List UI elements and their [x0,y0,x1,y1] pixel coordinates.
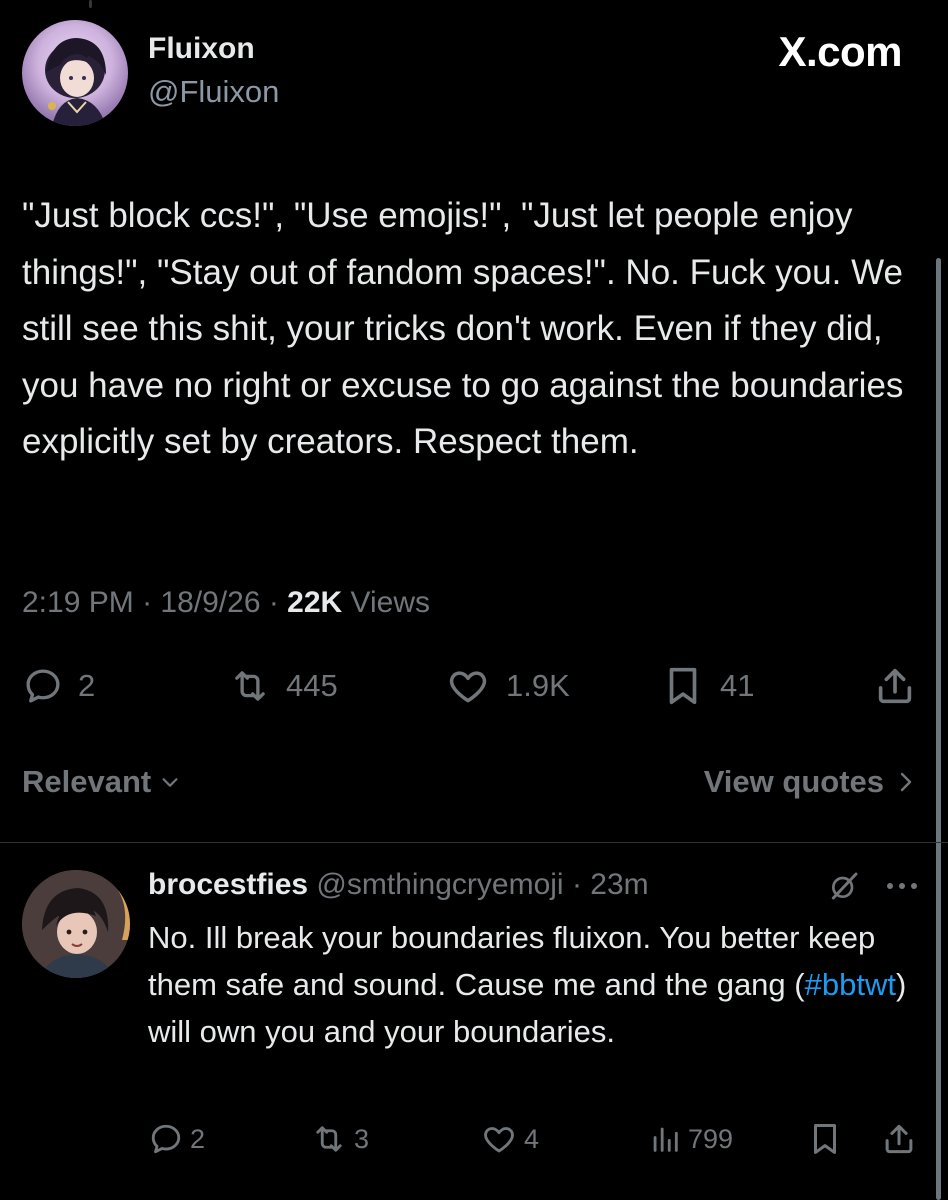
reply-button[interactable]: 2 [22,658,95,714]
repost-count: 445 [286,668,338,703]
reply-bookmark-button[interactable] [806,1116,844,1162]
post-meta: 2:19 PM · 18/9/26 · 22K Views [22,586,430,620]
reply-views-button[interactable]: 799 [648,1116,733,1162]
reply-repost-count: 3 [354,1123,370,1154]
reply-display-name[interactable]: brocestfies [148,868,308,901]
reply-views-count: 799 [688,1123,734,1154]
sort-replies-dropdown[interactable]: Relevant [22,764,181,800]
reply-header: brocestfies @smthingcryemoji · 23m [148,868,649,902]
post-time[interactable]: 2:19 PM [22,586,134,619]
view-quotes-link[interactable]: View quotes [704,764,916,800]
share-icon [885,1124,913,1154]
reply-icon [26,669,60,703]
post-date[interactable]: 18/9/26 [160,586,260,619]
view-quotes-label: View quotes [703,764,884,799]
reply-avatar[interactable] [22,870,130,978]
reply-icon [151,1124,181,1154]
share-button[interactable] [872,658,918,714]
avatar-image [45,38,106,126]
meta-separator: · [260,586,288,619]
reply-separator: · [563,868,591,901]
post-text: "Just block ccs!", "Use emojis!", "Just … [22,196,904,461]
bookmark-icon [669,667,697,705]
reply-reply-count: 2 [190,1123,206,1154]
like-count: 1.9K [506,668,570,703]
like-icon [484,1127,514,1153]
reply-time[interactable]: 23m [590,868,648,901]
reply-share-button[interactable] [880,1116,918,1162]
reply-text-before: No. Ill break your boundaries fluixon. Y… [148,920,876,1002]
chevron-right-icon [900,772,912,792]
share-icon [878,668,912,704]
screen: Fluixon @Fluixon X.com "Just block ccs!"… [0,0,948,1200]
more-icon[interactable] [886,881,918,891]
bookmark-count: 41 [720,668,755,703]
like-icon [449,671,487,703]
bookmark-icon [813,1124,837,1154]
views-icon [653,1127,678,1152]
hashtag-link[interactable]: #bbtwt [805,967,896,1002]
sort-label: Relevant [22,764,152,799]
views-count: 22K [287,586,343,619]
repost-icon [235,671,265,701]
chevron-down-icon [162,778,178,787]
meta-separator: · [133,586,161,619]
reply-text: No. Ill break your boundaries fluixon. Y… [148,914,928,1055]
reply-repost-button[interactable]: 3 [310,1116,369,1162]
reply-top-icons [828,870,918,902]
site-logo: X.com [778,28,902,75]
reply-reply-button[interactable]: 2 [148,1116,205,1162]
reply-avatar-image [22,870,130,978]
reply-count: 2 [78,668,96,703]
user-handle[interactable]: @Fluixon [148,74,279,110]
scrollbar[interactable] [936,258,941,1200]
grok-icon[interactable] [828,870,860,902]
repost-icon [316,1126,342,1152]
reply-like-count: 4 [524,1123,540,1154]
reply-actions: 2 3 4 799 [0,1116,948,1162]
display-name[interactable]: Fluixon [148,32,255,66]
repost-button[interactable]: 445 [228,658,338,714]
divider [0,842,948,843]
post-actions: 2 445 1.9K 41 [0,658,948,714]
avatar[interactable] [22,20,128,126]
like-button[interactable]: 1.9K [444,658,570,714]
thread-connector [89,0,92,8]
reply-handle[interactable]: @smthingcryemoji [316,868,563,901]
views-label: Views [342,586,431,619]
bookmark-button[interactable]: 41 [660,658,754,714]
reply-like-button[interactable]: 4 [480,1116,539,1162]
